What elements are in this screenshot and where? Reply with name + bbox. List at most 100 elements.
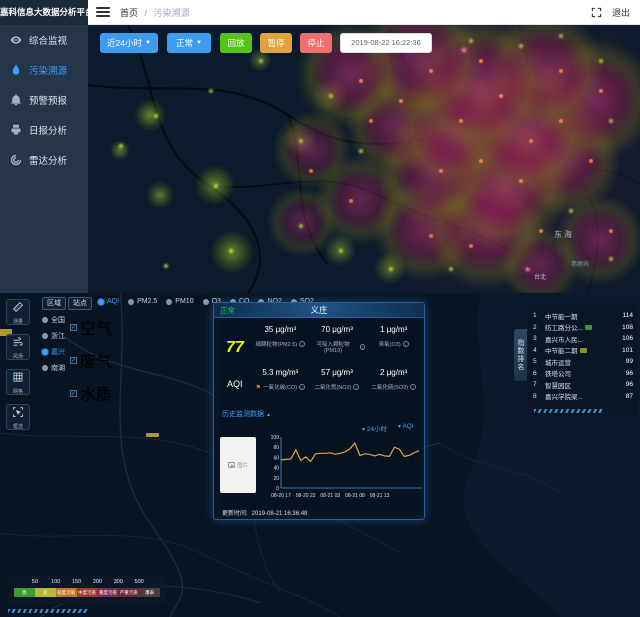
rank-station-name: 纺工路分公... <box>545 322 611 332</box>
playback-toolbar: 近24小时▼ 正常▼ 回放 暂停 停止 2019-08-22 16:22:36 <box>88 33 640 55</box>
sidebar-item-label: 预警预报 <box>29 93 67 107</box>
rank-station-name: 中节能二期 <box>545 345 611 355</box>
region-radio-2[interactable]: 嘉兴 <box>42 347 65 357</box>
reading-label: 细颗粒物(PM2.5)i <box>252 340 309 348</box>
svg-text:100: 100 <box>271 435 280 441</box>
eye-icon <box>10 34 22 46</box>
legend-progress-dashes <box>8 609 88 613</box>
rank-station-name: 城市运营 <box>545 357 611 367</box>
info-icon[interactable]: i <box>299 341 305 347</box>
history-data-link[interactable]: 历史监测数据 ▲ <box>222 409 271 419</box>
heatmap-layer <box>88 25 640 293</box>
tool-measure-button[interactable]: 测量 <box>6 299 30 325</box>
tool-wind-button[interactable]: 风场 <box>6 334 30 360</box>
station-type-checkbox-2[interactable]: ✓水质 <box>70 381 112 405</box>
pollutant-radio-aqi[interactable]: AQI <box>98 298 119 305</box>
radio-icon <box>98 299 104 305</box>
info-icon[interactable]: i <box>403 341 409 347</box>
ranking-row[interactable]: 5城市运营99 <box>528 356 638 368</box>
pollutant-radio-pm25[interactable]: PM2.5 <box>128 298 157 305</box>
info-icon[interactable]: i <box>353 384 359 390</box>
pollution-heatmap[interactable]: ★ ★ 东海 赤尾屿 台北 近24小时▼ 正常▼ 回放 暂停 停止 2019-0… <box>88 25 640 293</box>
ranking-row[interactable]: 2纺工路分公...108 <box>528 322 638 334</box>
sidebar-item-warning[interactable]: 预警预报 <box>0 85 88 115</box>
region-label: 南湖 <box>51 363 65 373</box>
rank-value: 101 <box>611 347 633 354</box>
rank-number: 1 <box>533 312 545 319</box>
region-filter-list: 全国浙江嘉兴南湖 <box>42 315 65 373</box>
region-header[interactable]: 区域 <box>42 297 66 310</box>
sidebar-item-label: 污染溯源 <box>29 63 67 77</box>
mode-dropdown[interactable]: 正常▼ <box>167 33 211 53</box>
legend-tick: 100 <box>51 579 60 585</box>
time-range-dropdown[interactable]: 近24小时▼ <box>100 33 158 53</box>
tool-grid-button[interactable]: 网格 <box>6 369 30 395</box>
rank-number: 3 <box>533 335 545 342</box>
tool-select-button[interactable]: 框选 <box>6 404 30 430</box>
ranking-pagination[interactable] <box>534 409 604 413</box>
sidebar-item-daily[interactable]: 日报分析 <box>0 115 88 145</box>
ranking-row[interactable]: 8嘉兴学院梁...87 <box>528 391 638 403</box>
chart-metric-select[interactable]: ▾ AQI <box>398 423 414 430</box>
sidebar-item-monitor[interactable]: 综合监视 <box>0 25 88 55</box>
reading-name: 一氧化碳(CO) <box>263 383 297 391</box>
legend-tick: 300 <box>114 579 123 585</box>
stop-button[interactable]: 停止 <box>300 33 332 53</box>
ranking-row[interactable]: 6铁塔公司96 <box>528 368 638 380</box>
legend-tick: 50 <box>32 579 38 585</box>
rank-value: 87 <box>611 393 633 400</box>
rank-number: 4 <box>533 347 545 354</box>
chart-range-select[interactable]: ▾ 24小时 <box>362 423 387 433</box>
station-header[interactable]: 站点 <box>68 297 92 310</box>
pollutant-radio-pm10[interactable]: PM10 <box>166 298 193 305</box>
ranking-row[interactable]: 1中节能一期114 <box>528 310 638 322</box>
reading-cell: 5.3 mg/m³⚑一氧化碳(CO)i <box>252 368 309 391</box>
fullscreen-icon[interactable] <box>591 7 602 18</box>
sidebar-item-radar[interactable]: 雷达分析 <box>0 145 88 175</box>
logout-button[interactable]: 退出 <box>612 6 630 19</box>
region-radio-3[interactable]: 南湖 <box>42 363 65 373</box>
reading-value: 57 μg/m³ <box>309 368 366 377</box>
replay-button[interactable]: 回放 <box>220 33 252 53</box>
svg-text:08-20 22: 08-20 22 <box>296 493 316 499</box>
app-title: 嘉科信息大数据分析平台 <box>0 0 88 25</box>
rank-value: 108 <box>611 324 633 331</box>
breadcrumb-home[interactable]: 首页 <box>120 8 138 18</box>
ranking-tab[interactable]: 指数排名 <box>514 329 527 381</box>
reading-name: 二氧化氮(NO2) <box>315 383 352 391</box>
legend-bar: 优良轻度污染中度污染重度污染严重污染爆表 <box>14 588 160 597</box>
city-map[interactable]: 测量风场网格框选 区域 站点 AQIPM2.5PM10O3CONO2SO2 全国… <box>0 293 640 617</box>
station-type-list: ✓空气 ✓废气 ✓水质 <box>70 315 112 405</box>
svg-text:60: 60 <box>273 455 279 461</box>
ranking-row[interactable]: 4中节能二期101 <box>528 345 638 357</box>
legend-segment: 严重污染 <box>118 588 139 597</box>
region-radio-1[interactable]: 浙江 <box>42 331 65 341</box>
radio-icon <box>203 299 209 305</box>
reading-name: 细颗粒物(PM2.5) <box>256 340 298 348</box>
menu-toggle-icon[interactable] <box>96 7 110 17</box>
taipei-star-marker: ★ <box>524 265 531 274</box>
datetime-input[interactable]: 2019-08-22 16:22:36 <box>340 33 432 53</box>
sidebar-item-trace[interactable]: 污染溯源 <box>0 55 88 85</box>
station-type-checkbox-1[interactable]: ✓废气 <box>70 348 112 372</box>
ranking-row[interactable]: 7智慧园区96 <box>528 379 638 391</box>
legend-tick: 150 <box>72 579 81 585</box>
pollutant-label: PM2.5 <box>137 298 157 305</box>
reading-cell: 35 μg/m³细颗粒物(PM2.5)i <box>252 325 309 354</box>
region-label: 浙江 <box>51 331 65 341</box>
chevron-down-icon: ▾ <box>398 424 401 430</box>
legend-segment: 优 <box>14 588 35 597</box>
popup-header[interactable]: 正常 义庄 <box>214 303 424 318</box>
info-icon[interactable]: i <box>410 384 416 390</box>
pause-button[interactable]: 暂停 <box>260 33 292 53</box>
region-radio-0[interactable]: 全国 <box>42 315 65 325</box>
ranking-row[interactable]: 3嘉兴市人民...106 <box>528 333 638 345</box>
chevron-down-icon: ▼ <box>145 40 151 46</box>
station-type-checkbox-0[interactable]: ✓空气 <box>70 315 112 339</box>
rank-station-name: 智慧园区 <box>545 380 611 390</box>
legend-segment: 爆表 <box>139 588 160 597</box>
rank-station-name: 铁塔公司 <box>545 368 611 378</box>
info-icon[interactable]: i <box>299 384 305 390</box>
station-detail-popup: 正常 义庄 77 AQI 35 μg/m³细颗粒物(PM2.5)i70 μg/m… <box>213 302 425 520</box>
sidebar-item-label: 雷达分析 <box>29 153 67 167</box>
